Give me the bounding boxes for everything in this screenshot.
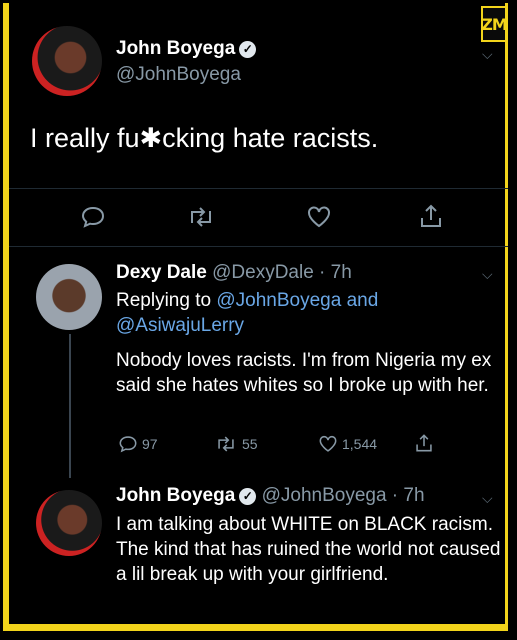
reply-text: I am talking about WHITE on BLACK racism… bbox=[116, 514, 501, 585]
chevron-down-icon[interactable]: ⌵ bbox=[482, 46, 493, 63]
verified-icon: ✓ bbox=[239, 488, 257, 505]
like-button[interactable] bbox=[306, 204, 332, 230]
timestamp: 7h bbox=[403, 485, 425, 506]
brand-logo: ZM bbox=[481, 6, 508, 42]
retweet-count: 55 bbox=[242, 436, 258, 452]
retweet-button[interactable] bbox=[186, 204, 216, 230]
like-count: 1,544 bbox=[342, 436, 378, 452]
retweet-icon bbox=[191, 207, 211, 227]
avatar[interactable] bbox=[36, 490, 102, 556]
tweet-text: I really fu✱cking hate racists. bbox=[30, 123, 379, 153]
share-button[interactable] bbox=[418, 202, 444, 230]
chevron-down-icon[interactable]: ⌵ bbox=[482, 490, 493, 507]
mention-link[interactable]: @AsiwajuLerry bbox=[116, 315, 244, 336]
thread-line bbox=[69, 334, 71, 478]
avatar[interactable] bbox=[32, 26, 102, 96]
reply-icon bbox=[81, 206, 105, 228]
verified-icon: ✓ bbox=[239, 41, 257, 58]
reply-button[interactable] bbox=[80, 204, 106, 230]
divider bbox=[9, 246, 508, 247]
reply-text: Nobody loves racists. I'm from Nigeria m… bbox=[116, 350, 492, 396]
share-icon bbox=[416, 434, 432, 452]
author-name[interactable]: John Boyega ✓ bbox=[116, 38, 257, 60]
reply-author[interactable]: John Boyega ✓ @JohnBoyega · 7h bbox=[116, 485, 425, 507]
chevron-down-icon[interactable]: ⌵ bbox=[482, 266, 493, 283]
reply-author[interactable]: Dexy Dale @DexyDale · 7h bbox=[116, 262, 352, 284]
heart-icon bbox=[308, 206, 330, 228]
share-icon bbox=[421, 204, 441, 227]
timestamp: 7h bbox=[330, 262, 352, 283]
heart-icon bbox=[319, 435, 337, 452]
mention-link[interactable]: @JohnBoyega bbox=[216, 290, 341, 311]
like-button[interactable]: 1,544 bbox=[318, 434, 377, 454]
share-button[interactable] bbox=[414, 432, 434, 454]
reply-icon bbox=[119, 436, 137, 453]
reply-button[interactable]: 97 bbox=[118, 434, 158, 454]
replying-to: Replying to @JohnBoyega and @AsiwajuLerr… bbox=[116, 290, 379, 336]
author-handle[interactable]: @JohnBoyega bbox=[116, 64, 241, 86]
reply-count: 97 bbox=[142, 436, 158, 452]
reply-handle[interactable]: @JohnBoyega bbox=[262, 485, 387, 506]
retweet-button[interactable]: 55 bbox=[214, 434, 258, 454]
divider bbox=[9, 188, 508, 189]
avatar[interactable] bbox=[36, 264, 102, 330]
reply-handle[interactable]: @DexyDale bbox=[212, 262, 314, 283]
retweet-icon bbox=[218, 436, 234, 452]
